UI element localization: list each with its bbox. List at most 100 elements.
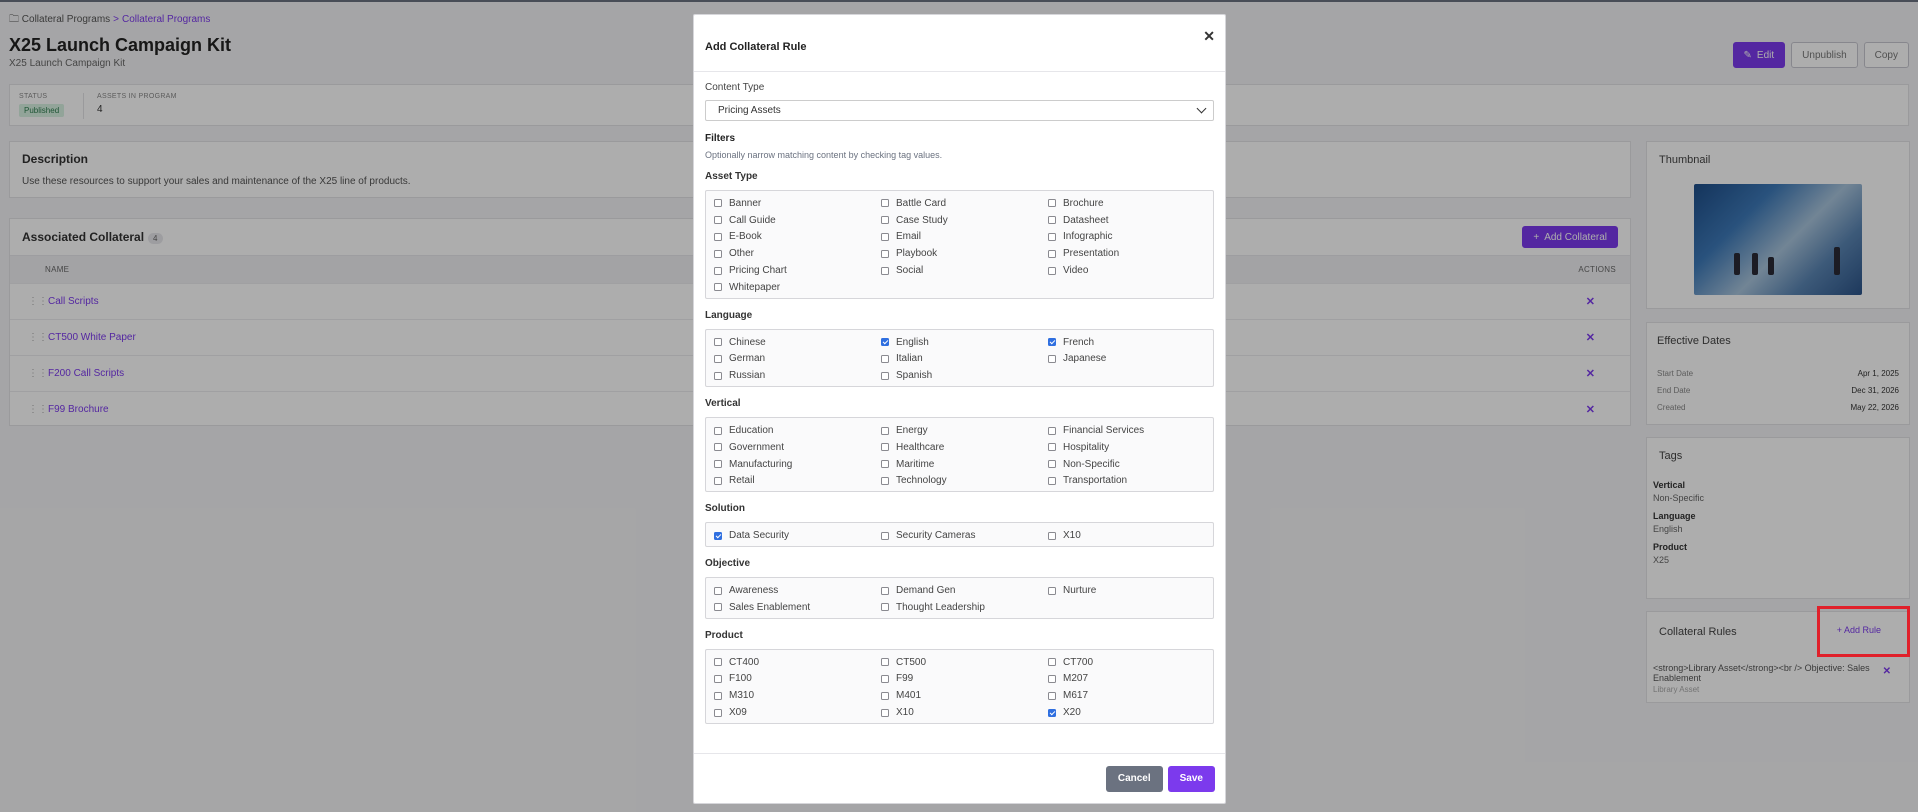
- filter-option[interactable]: French: [1048, 334, 1215, 351]
- filter-option[interactable]: Technology: [881, 473, 1048, 490]
- checkbox[interactable]: [881, 603, 889, 612]
- filter-option[interactable]: X10: [1048, 527, 1215, 544]
- filter-option[interactable]: Call Guide: [714, 212, 881, 229]
- filter-option[interactable]: X20: [1048, 704, 1215, 721]
- content-type-select[interactable]: Pricing Assets: [705, 100, 1214, 121]
- filter-option[interactable]: M310: [714, 687, 881, 704]
- checkbox[interactable]: [1048, 460, 1056, 469]
- checkbox[interactable]: [714, 216, 722, 225]
- filter-option[interactable]: Email: [881, 229, 1048, 246]
- filter-option[interactable]: CT400: [714, 654, 881, 671]
- filter-option[interactable]: M401: [881, 687, 1048, 704]
- checkbox[interactable]: [1048, 249, 1056, 258]
- checkbox[interactable]: [714, 266, 722, 275]
- filter-option[interactable]: Energy: [881, 422, 1048, 439]
- checkbox[interactable]: [881, 708, 889, 717]
- checkbox[interactable]: [881, 586, 889, 595]
- filter-option[interactable]: Maritime: [881, 456, 1048, 473]
- checkbox-checked[interactable]: [881, 338, 889, 347]
- filter-option[interactable]: English: [881, 334, 1048, 351]
- checkbox[interactable]: [714, 658, 722, 667]
- filter-option[interactable]: Spanish: [881, 367, 1048, 384]
- checkbox[interactable]: [714, 708, 722, 717]
- filter-option[interactable]: F99: [881, 671, 1048, 688]
- filter-option[interactable]: Data Security: [714, 527, 881, 544]
- checkbox[interactable]: [1048, 199, 1056, 208]
- save-button[interactable]: Save: [1167, 765, 1215, 792]
- checkbox[interactable]: [1048, 674, 1056, 683]
- checkbox[interactable]: [714, 460, 722, 469]
- checkbox[interactable]: [1048, 266, 1056, 275]
- checkbox[interactable]: [1048, 216, 1056, 225]
- filter-option[interactable]: M207: [1048, 671, 1215, 688]
- filter-option[interactable]: Manufacturing: [714, 456, 881, 473]
- checkbox[interactable]: [1048, 426, 1056, 435]
- checkbox[interactable]: [881, 531, 889, 540]
- checkbox[interactable]: [714, 338, 722, 347]
- filter-option[interactable]: Infographic: [1048, 229, 1215, 246]
- filter-option[interactable]: X10: [881, 704, 1048, 721]
- filter-option[interactable]: Demand Gen: [881, 582, 1048, 599]
- checkbox[interactable]: [881, 266, 889, 275]
- filter-option[interactable]: Battle Card: [881, 195, 1048, 212]
- filter-option[interactable]: Russian: [714, 367, 881, 384]
- filter-option[interactable]: Japanese: [1048, 351, 1215, 368]
- filter-option[interactable]: Playbook: [881, 245, 1048, 262]
- checkbox[interactable]: [881, 354, 889, 363]
- checkbox[interactable]: [881, 199, 889, 208]
- checkbox[interactable]: [714, 426, 722, 435]
- filter-option[interactable]: X09: [714, 704, 881, 721]
- filter-option[interactable]: Awareness: [714, 582, 881, 599]
- checkbox[interactable]: [714, 199, 722, 208]
- checkbox[interactable]: [1048, 476, 1056, 485]
- checkbox[interactable]: [1048, 586, 1056, 595]
- checkbox[interactable]: [714, 476, 722, 485]
- filter-option[interactable]: Non-Specific: [1048, 456, 1215, 473]
- filter-option[interactable]: Healthcare: [881, 439, 1048, 456]
- filter-option[interactable]: Case Study: [881, 212, 1048, 229]
- checkbox[interactable]: [881, 371, 889, 380]
- checkbox-checked[interactable]: [1048, 338, 1056, 347]
- filter-option[interactable]: CT500: [881, 654, 1048, 671]
- checkbox-checked[interactable]: [1048, 708, 1056, 717]
- checkbox[interactable]: [881, 426, 889, 435]
- filter-option[interactable]: Banner: [714, 195, 881, 212]
- filter-option[interactable]: Education: [714, 422, 881, 439]
- filter-option[interactable]: Transportation: [1048, 473, 1215, 490]
- filter-option[interactable]: Sales Enablement: [714, 599, 881, 616]
- filter-option[interactable]: Datasheet: [1048, 212, 1215, 229]
- checkbox[interactable]: [881, 476, 889, 485]
- checkbox[interactable]: [714, 443, 722, 452]
- checkbox[interactable]: [881, 216, 889, 225]
- filter-option[interactable]: CT700: [1048, 654, 1215, 671]
- filter-option[interactable]: Pricing Chart: [714, 262, 881, 279]
- filter-option[interactable]: Government: [714, 439, 881, 456]
- filter-option[interactable]: Social: [881, 262, 1048, 279]
- checkbox[interactable]: [714, 232, 722, 241]
- checkbox[interactable]: [881, 249, 889, 258]
- filter-option[interactable]: Thought Leadership: [881, 599, 1048, 616]
- checkbox[interactable]: [881, 658, 889, 667]
- filter-option[interactable]: M617: [1048, 687, 1215, 704]
- filter-option[interactable]: Nurture: [1048, 582, 1215, 599]
- checkbox[interactable]: [714, 691, 722, 700]
- checkbox[interactable]: [1048, 691, 1056, 700]
- checkbox[interactable]: [881, 232, 889, 241]
- checkbox[interactable]: [714, 674, 722, 683]
- checkbox-checked[interactable]: [714, 531, 722, 540]
- checkbox[interactable]: [881, 674, 889, 683]
- filter-option[interactable]: Whitepaper: [714, 279, 881, 296]
- checkbox[interactable]: [1048, 531, 1056, 540]
- close-icon[interactable]: ✕: [1203, 28, 1215, 45]
- checkbox[interactable]: [714, 249, 722, 258]
- filter-option[interactable]: Retail: [714, 473, 881, 490]
- filter-option[interactable]: Chinese: [714, 334, 881, 351]
- checkbox[interactable]: [714, 371, 722, 380]
- filter-option[interactable]: F100: [714, 671, 881, 688]
- checkbox[interactable]: [714, 603, 722, 612]
- filter-option[interactable]: Hospitality: [1048, 439, 1215, 456]
- checkbox[interactable]: [1048, 658, 1056, 667]
- checkbox[interactable]: [714, 354, 722, 363]
- checkbox[interactable]: [714, 283, 722, 292]
- filter-option[interactable]: Italian: [881, 351, 1048, 368]
